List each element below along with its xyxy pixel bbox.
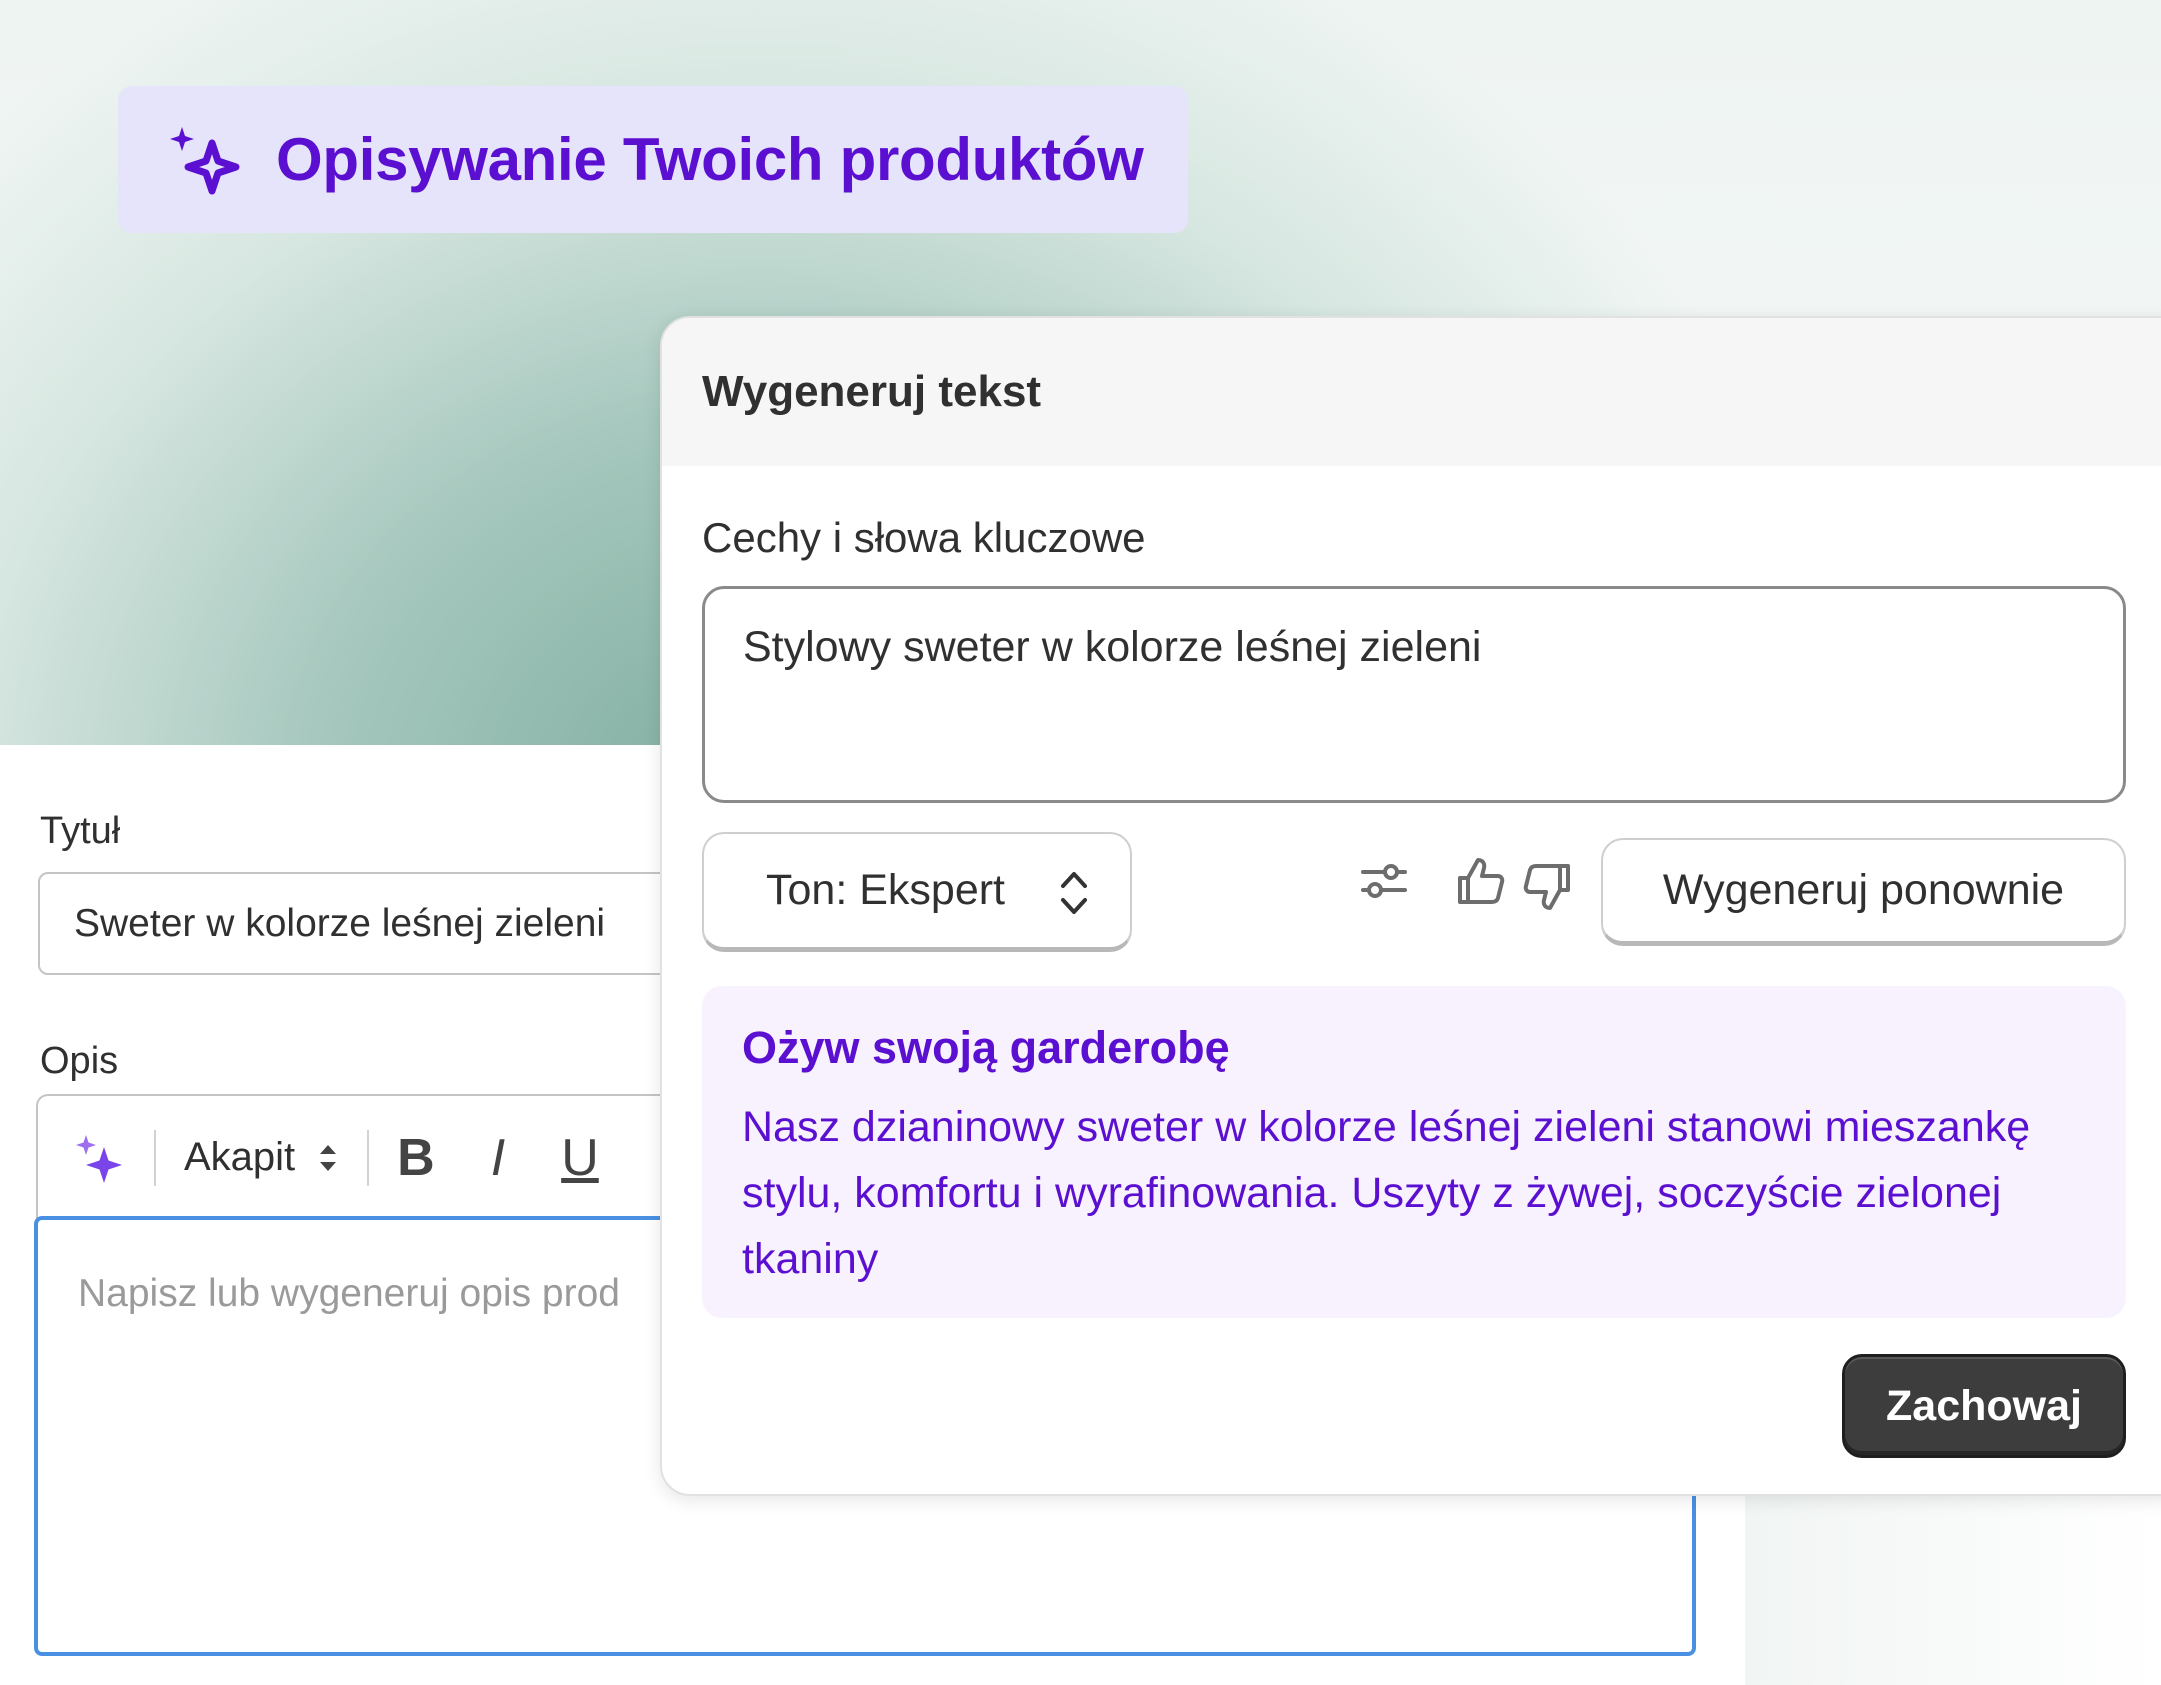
editor-placeholder: Napisz lub wygeneruj opis prod bbox=[78, 1272, 620, 1315]
bold-button[interactable]: B bbox=[397, 1128, 435, 1188]
keywords-value: Stylowy sweter w kolorze leśnej zieleni bbox=[743, 623, 1482, 671]
paragraph-select[interactable]: Akapit bbox=[184, 1135, 339, 1180]
toolbar-divider bbox=[367, 1129, 370, 1186]
badge-title: Opisywanie Twoich produktów bbox=[276, 126, 1144, 193]
title-label: Tytuł bbox=[40, 810, 121, 852]
generate-text-modal: Wygeneruj tekst Cechy i słowa kluczowe S… bbox=[660, 316, 2161, 1496]
result-title: Ożyw swoją garderobę bbox=[742, 1022, 1230, 1073]
tone-select-label: Ton: Ekspert bbox=[766, 866, 1005, 914]
modal-header: Wygeneruj tekst bbox=[662, 318, 2161, 466]
save-button-label: Zachowaj bbox=[1886, 1381, 2082, 1430]
title-input-value: Sweter w kolorze leśnej zieleni bbox=[74, 901, 606, 945]
adjust-settings-icon[interactable] bbox=[1359, 858, 1409, 904]
tone-select[interactable]: Ton: Ekspert bbox=[702, 832, 1132, 952]
keywords-textarea[interactable]: Stylowy sweter w kolorze leśnej zieleni bbox=[702, 586, 2126, 803]
regenerate-button-label: Wygeneruj ponownie bbox=[1662, 866, 2065, 914]
save-button[interactable]: Zachowaj bbox=[1842, 1354, 2126, 1458]
thumbs-up-icon[interactable] bbox=[1456, 856, 1506, 906]
description-label: Opis bbox=[40, 1040, 119, 1082]
italic-button[interactable]: I bbox=[491, 1128, 505, 1188]
sparkle-icon bbox=[170, 126, 240, 194]
select-arrows-icon bbox=[320, 1144, 337, 1171]
toolbar-divider bbox=[154, 1129, 156, 1186]
generated-result: Ożyw swoją garderobę Nasz dzianinowy swe… bbox=[702, 986, 2126, 1318]
chevron-up-down-icon bbox=[1061, 872, 1087, 914]
ai-sparkle-icon[interactable] bbox=[72, 1131, 126, 1185]
modal-title: Wygeneruj tekst bbox=[702, 367, 1042, 416]
thumbs-down-icon[interactable] bbox=[1522, 862, 1572, 912]
underline-button[interactable]: U bbox=[561, 1128, 599, 1188]
paragraph-select-label: Akapit bbox=[184, 1135, 296, 1179]
regenerate-button[interactable]: Wygeneruj ponownie bbox=[1601, 838, 2126, 946]
keywords-label: Cechy i słowa kluczowe bbox=[702, 514, 1146, 561]
feature-badge: Opisywanie Twoich produktów bbox=[118, 86, 1188, 233]
result-body: Nasz dzianinowy sweter w kolorze leśnej … bbox=[742, 1103, 2031, 1283]
